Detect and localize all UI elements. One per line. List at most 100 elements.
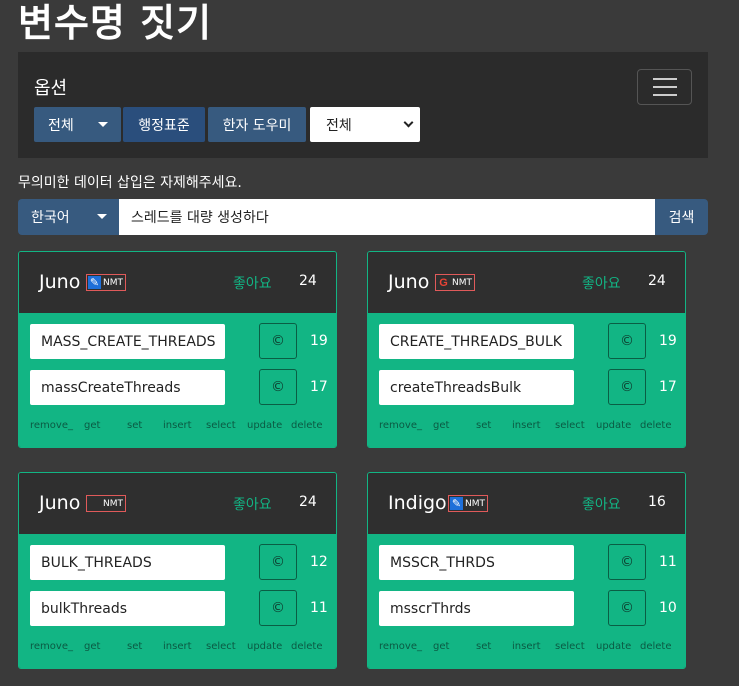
hamburger-line-icon bbox=[652, 94, 677, 96]
notice-text: 무의미한 데이터 삽입은 자제해주세요. bbox=[18, 175, 242, 191]
tag-insert[interactable]: insert bbox=[163, 420, 192, 431]
tag-set[interactable]: set bbox=[476, 641, 491, 652]
copyright-icon: © bbox=[620, 333, 634, 349]
like-button[interactable]: 좋아요 bbox=[233, 494, 272, 514]
engine-name: Juno bbox=[39, 271, 81, 293]
copyright-icon: © bbox=[271, 600, 285, 616]
all-dropdown-button[interactable]: 전체 bbox=[34, 107, 121, 142]
options-panel: 옵션 전체 행정표준 한자 도우미 전체 bbox=[18, 52, 708, 158]
card-header: Juno ✎ NMT 좋아요 24 bbox=[19, 252, 336, 313]
copy-button[interactable]: © bbox=[608, 369, 646, 405]
tag-set[interactable]: set bbox=[127, 641, 142, 652]
hamburger-line-icon bbox=[652, 86, 677, 88]
tag-select[interactable]: select bbox=[206, 641, 236, 652]
tag-set[interactable]: set bbox=[476, 420, 491, 431]
variable-name-camel[interactable]: massCreateThreads bbox=[30, 370, 225, 405]
language-label: 한국어 bbox=[31, 210, 70, 226]
variable-name-camel[interactable]: msscrThrds bbox=[379, 591, 574, 626]
card-body: BULK_THREADS © 12 bulkThreads © 11 remov… bbox=[19, 534, 336, 668]
options-title: 옵션 bbox=[34, 78, 68, 99]
tag-update[interactable]: update bbox=[596, 641, 631, 652]
card-body: MASS_CREATE_THREADS © 19 massCreateThrea… bbox=[19, 313, 336, 447]
copyright-icon: © bbox=[620, 379, 634, 395]
usage-count: 19 bbox=[310, 333, 328, 349]
copy-button[interactable]: © bbox=[608, 544, 646, 580]
result-card: Indigo ✎ NMT 좋아요 16 MSSCR_THRDS © 11 mss… bbox=[367, 472, 686, 669]
tag-get[interactable]: get bbox=[433, 641, 449, 652]
copy-button[interactable]: © bbox=[259, 323, 297, 359]
tag-delete[interactable]: delete bbox=[291, 420, 323, 431]
tag-delete[interactable]: delete bbox=[291, 641, 323, 652]
nmt-badge: G NMT bbox=[435, 274, 475, 291]
standard-button[interactable]: 행정표준 bbox=[123, 107, 205, 142]
tag-insert[interactable]: insert bbox=[163, 641, 192, 652]
card-body: CREATE_THREADS_BULK © 19 createThreadsBu… bbox=[368, 313, 685, 447]
tag-remove[interactable]: remove_ bbox=[379, 641, 422, 652]
copyright-icon: © bbox=[620, 600, 634, 616]
tag-update[interactable]: update bbox=[596, 420, 631, 431]
tag-update[interactable]: update bbox=[247, 420, 282, 431]
search-input[interactable]: 스레드를 대량 생성하다 bbox=[119, 199, 655, 235]
card-header: Indigo ✎ NMT 좋아요 16 bbox=[368, 473, 685, 534]
tag-get[interactable]: get bbox=[84, 420, 100, 431]
usage-count: 17 bbox=[659, 379, 677, 395]
variable-name-constant[interactable]: MASS_CREATE_THREADS bbox=[30, 324, 225, 359]
hamburger-line-icon bbox=[652, 78, 677, 80]
tag-remove[interactable]: remove_ bbox=[30, 641, 73, 652]
tag-select[interactable]: select bbox=[206, 420, 236, 431]
tag-set[interactable]: set bbox=[127, 420, 142, 431]
tag-select[interactable]: select bbox=[555, 420, 585, 431]
menu-toggle-button[interactable] bbox=[637, 69, 692, 105]
result-card: Juno ✎ NMT 좋아요 24 MASS_CREATE_THREADS © … bbox=[18, 251, 337, 448]
usage-count: 10 bbox=[659, 600, 677, 616]
nmt-badge: ✎ NMT bbox=[86, 274, 126, 291]
copyright-icon: © bbox=[620, 554, 634, 570]
like-button[interactable]: 좋아요 bbox=[233, 273, 272, 293]
like-button[interactable]: 좋아요 bbox=[582, 273, 621, 293]
like-count: 24 bbox=[299, 273, 317, 289]
tag-update[interactable]: update bbox=[247, 641, 282, 652]
like-button[interactable]: 좋아요 bbox=[582, 494, 621, 514]
tag-insert[interactable]: insert bbox=[512, 641, 541, 652]
chevron-down-icon bbox=[403, 117, 414, 128]
papago-logo-icon: ✎ bbox=[450, 497, 463, 510]
copy-button[interactable]: © bbox=[608, 323, 646, 359]
nmt-badge-label: NMT bbox=[452, 277, 472, 288]
copy-button[interactable]: © bbox=[259, 544, 297, 580]
variable-name-constant[interactable]: CREATE_THREADS_BULK bbox=[379, 324, 574, 359]
nmt-badge: NMT bbox=[86, 495, 126, 512]
card-header: Juno NMT 좋아요 24 bbox=[19, 473, 336, 534]
tag-get[interactable]: get bbox=[84, 641, 100, 652]
tag-remove[interactable]: remove_ bbox=[30, 420, 73, 431]
copy-button[interactable]: © bbox=[259, 369, 297, 405]
variable-name-camel[interactable]: bulkThreads bbox=[30, 591, 225, 626]
variable-name-camel[interactable]: createThreadsBulk bbox=[379, 370, 574, 405]
variable-name-constant[interactable]: MSSCR_THRDS bbox=[379, 545, 574, 580]
usage-count: 19 bbox=[659, 333, 677, 349]
tag-remove[interactable]: remove_ bbox=[379, 420, 422, 431]
variable-name-constant[interactable]: BULK_THREADS bbox=[30, 545, 225, 580]
copyright-icon: © bbox=[271, 379, 285, 395]
copyright-icon: © bbox=[271, 333, 285, 349]
usage-count: 11 bbox=[310, 600, 328, 616]
all-dropdown-label: 전체 bbox=[48, 117, 74, 134]
tag-get[interactable]: get bbox=[433, 420, 449, 431]
caret-down-icon bbox=[97, 214, 107, 219]
search-row: 한국어 스레드를 대량 생성하다 검색 bbox=[18, 199, 708, 235]
search-button[interactable]: 검색 bbox=[655, 199, 708, 235]
category-select[interactable]: 전체 bbox=[310, 107, 420, 142]
like-count: 24 bbox=[648, 273, 666, 289]
hanja-helper-button[interactable]: 한자 도우미 bbox=[208, 107, 306, 142]
engine-name: Juno bbox=[388, 271, 430, 293]
tag-delete[interactable]: delete bbox=[640, 641, 672, 652]
engine-name: Indigo bbox=[388, 492, 447, 514]
engine-name: Juno bbox=[39, 492, 81, 514]
copy-button[interactable]: © bbox=[608, 590, 646, 626]
tag-insert[interactable]: insert bbox=[512, 420, 541, 431]
copy-button[interactable]: © bbox=[259, 590, 297, 626]
like-count: 16 bbox=[648, 494, 666, 510]
tag-select[interactable]: select bbox=[555, 641, 585, 652]
tag-delete[interactable]: delete bbox=[640, 420, 672, 431]
page-title: 변수명 짓기 bbox=[18, 1, 213, 45]
language-dropdown-button[interactable]: 한국어 bbox=[18, 199, 119, 235]
